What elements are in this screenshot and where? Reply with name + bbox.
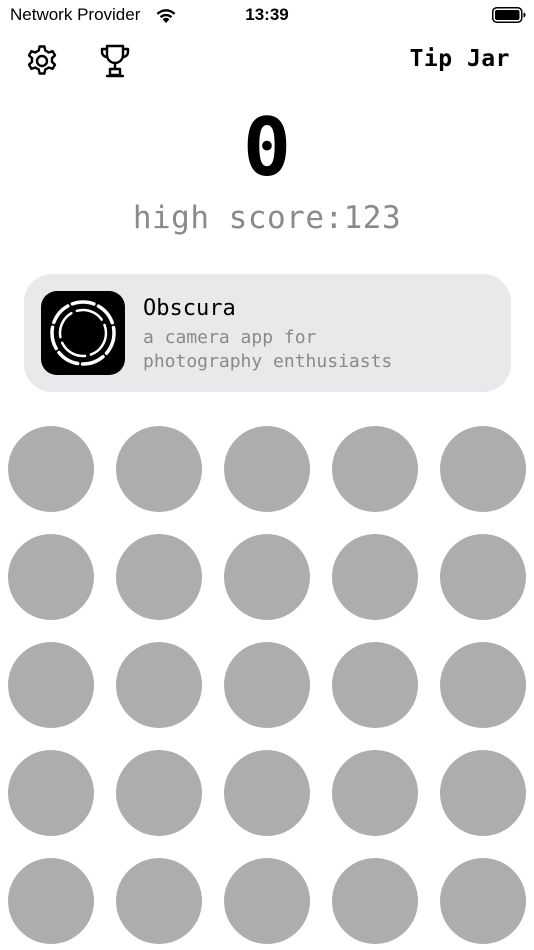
game-dot[interactable] — [440, 534, 526, 620]
game-dot[interactable] — [332, 534, 418, 620]
promo-description-line: a camera app for — [143, 327, 317, 348]
high-score-label: high score:123 — [132, 200, 402, 236]
game-dot[interactable] — [224, 750, 310, 836]
game-dot[interactable] — [8, 642, 94, 728]
game-dot[interactable] — [8, 426, 94, 512]
game-dot[interactable] — [8, 858, 94, 944]
game-dot[interactable] — [116, 858, 202, 944]
game-dot[interactable] — [440, 750, 526, 836]
game-dot[interactable] — [224, 642, 310, 728]
game-dot[interactable] — [224, 426, 310, 512]
game-dot[interactable] — [440, 858, 526, 944]
game-dot[interactable] — [440, 642, 526, 728]
current-score: 0 — [242, 101, 292, 194]
promo-description: a camera app for photography enthusiasts — [143, 326, 503, 374]
game-dot[interactable] — [116, 426, 202, 512]
toolbar: Tip Jar — [0, 40, 534, 84]
status-time: 13:39 — [245, 5, 289, 24]
game-dot[interactable] — [8, 534, 94, 620]
game-dot[interactable] — [332, 426, 418, 512]
trophy-icon[interactable] — [96, 42, 134, 80]
game-dot[interactable] — [440, 426, 526, 512]
game-dot[interactable] — [332, 858, 418, 944]
game-dot[interactable] — [116, 534, 202, 620]
battery-full-icon — [492, 7, 526, 23]
promo-title: Obscura — [143, 296, 236, 321]
obscura-promo-card[interactable]: Obscura a camera app for photography ent… — [24, 274, 511, 392]
game-dot[interactable] — [224, 858, 310, 944]
promo-description-line: photography enthusiasts — [143, 351, 393, 372]
obscura-app-icon — [41, 291, 125, 375]
status-bar: Network Provider 13:39 — [0, 0, 534, 32]
game-dot[interactable] — [332, 750, 418, 836]
game-dot[interactable] — [116, 750, 202, 836]
game-dot[interactable] — [224, 534, 310, 620]
game-dot[interactable] — [116, 642, 202, 728]
game-dot[interactable] — [332, 642, 418, 728]
game-dot[interactable] — [8, 750, 94, 836]
gear-icon[interactable] — [23, 42, 61, 80]
tip-jar-button[interactable]: Tip Jar — [410, 46, 510, 72]
